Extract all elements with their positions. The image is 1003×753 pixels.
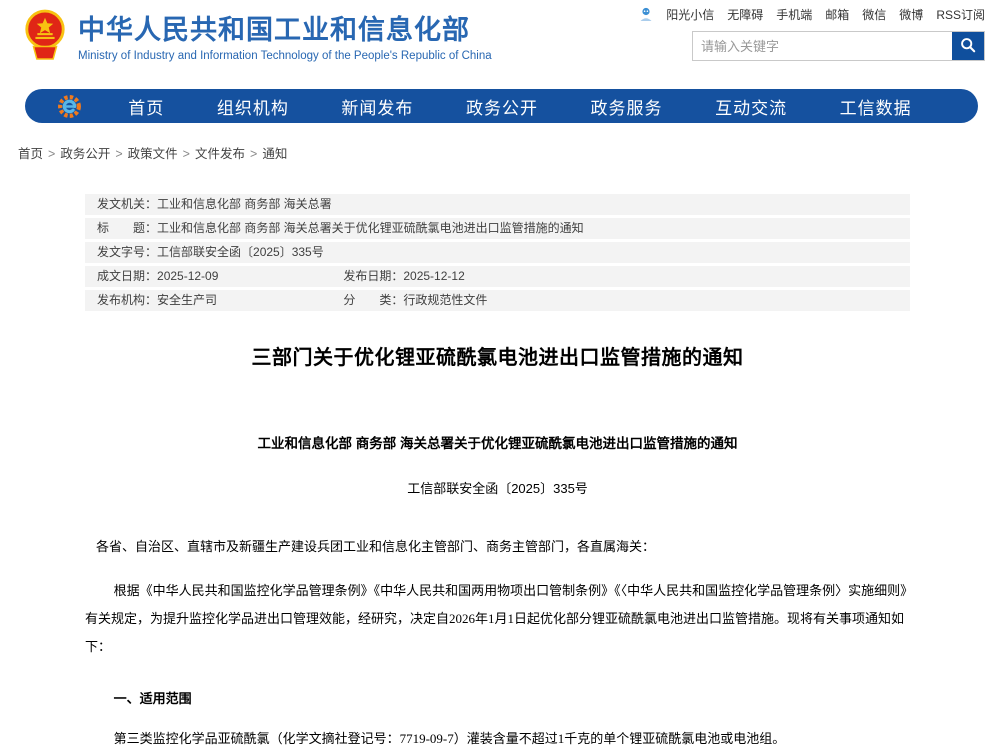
- breadcrumb-separator: >: [48, 147, 55, 161]
- article-salutation: 各省、自治区、直辖市及新疆生产建设兵团工业和信息化主管部门、商务主管部门，各直属…: [85, 533, 910, 561]
- national-emblem-logo: [22, 9, 68, 66]
- meta-label: 成文日期：: [97, 269, 157, 283]
- article-doc-number: 工信部联安全函〔2025〕335号: [85, 478, 910, 497]
- article-section1-body: 第三类监控化学品亚硫酰氯（化学文摘社登记号：7719-09-7）灌装含量不超过1…: [85, 725, 910, 753]
- meta-value: 工业和信息化部 商务部 海关总署: [157, 197, 332, 211]
- xiaoxin-mascot-icon: [639, 7, 653, 22]
- meta-label: 发文字号：: [97, 245, 157, 259]
- top-link-mail[interactable]: 邮箱: [825, 6, 849, 23]
- meta-label: 标 题：: [97, 221, 157, 235]
- breadcrumb-separator: >: [250, 147, 257, 161]
- meta-row-dates: 成文日期：2025-12-09 发布日期：2025-12-12: [85, 266, 910, 287]
- search-button[interactable]: [952, 32, 984, 60]
- article-paragraph-basis: 根据《中华人民共和国监控化学品管理条例》《中华人民共和国两用物项出口管制条例》《…: [85, 577, 910, 661]
- breadcrumb-separator: >: [115, 147, 122, 161]
- meta-value: 工信部联安全函〔2025〕335号: [157, 245, 324, 259]
- nav-item-organization[interactable]: 组织机构: [207, 90, 299, 123]
- breadcrumb-item-policy-documents[interactable]: 政策文件: [128, 147, 178, 161]
- meta-value: 工业和信息化部 商务部 海关总署关于优化锂亚硫酰氯电池进出口监管措施的通知: [157, 221, 584, 235]
- meta-label: 发布日期：: [343, 269, 403, 283]
- article-title: 三部门关于优化锂亚硫酰氯电池进出口监管措施的通知: [85, 341, 910, 370]
- breadcrumb-item-document-release[interactable]: 文件发布: [195, 147, 245, 161]
- document-meta-table: 发文机关：工业和信息化部 商务部 海关总署 标 题：工业和信息化部 商务部 海关…: [85, 194, 910, 311]
- top-link-weibo[interactable]: 微博: [899, 6, 923, 23]
- site-subtitle-en: Ministry of Industry and Information Tec…: [78, 50, 492, 62]
- meta-label: 发布机构：: [97, 293, 157, 307]
- top-utility-links: 阳光小信 无障碍 手机端 邮箱 微信 微博 RSS订阅: [639, 6, 985, 23]
- top-link-wechat[interactable]: 微信: [862, 6, 886, 23]
- nav-item-gov-disclosure[interactable]: 政务公开: [456, 90, 548, 123]
- breadcrumb: 首页 > 政务公开 > 政策文件 > 文件发布 > 通知: [18, 143, 1003, 162]
- meta-row-publisher-category: 发布机构：安全生产司 分 类：行政规范性文件: [85, 290, 910, 311]
- top-link-accessibility[interactable]: 无障碍: [727, 6, 763, 23]
- search-input[interactable]: [693, 32, 952, 60]
- nav-item-home[interactable]: 首页: [118, 90, 174, 123]
- meta-value: 2025-12-12: [403, 269, 464, 283]
- article-section1-heading: 一、适用范围: [85, 685, 910, 713]
- search-icon: [960, 37, 976, 56]
- breadcrumb-item-home[interactable]: 首页: [18, 147, 43, 161]
- document-container: 发文机关：工业和信息化部 商务部 海关总署 标 题：工业和信息化部 商务部 海关…: [85, 194, 910, 753]
- main-navigation: 首页 组织机构 新闻发布 政务公开 政务服务 互动交流 工信数据: [25, 89, 978, 123]
- meta-value: 2025-12-09: [157, 269, 218, 283]
- nav-item-gov-services[interactable]: 政务服务: [581, 90, 673, 123]
- meta-row-title: 标 题：工业和信息化部 商务部 海关总署关于优化锂亚硫酰氯电池进出口监管措施的通…: [85, 218, 910, 239]
- nav-item-news[interactable]: 新闻发布: [331, 90, 423, 123]
- meta-row-doc-number: 发文字号：工信部联安全函〔2025〕335号: [85, 242, 910, 263]
- breadcrumb-item-gov-disclosure[interactable]: 政务公开: [60, 147, 110, 161]
- meta-value: 安全生产司: [157, 293, 217, 307]
- article-subtitle: 工业和信息化部 商务部 海关总署关于优化锂亚硫酰氯电池进出口监管措施的通知: [85, 432, 910, 452]
- meta-row-issuing-org: 发文机关：工业和信息化部 商务部 海关总署: [85, 194, 910, 215]
- nav-item-miit-data[interactable]: 工信数据: [830, 90, 922, 123]
- site-header: 中华人民共和国工业和信息化部 Ministry of Industry and …: [0, 0, 1003, 88]
- meta-label: 分 类：: [343, 293, 403, 307]
- site-search: [692, 31, 985, 61]
- nav-item-interaction[interactable]: 互动交流: [705, 90, 797, 123]
- site-title: 中华人民共和国工业和信息化部: [78, 13, 492, 47]
- meta-value: 行政规范性文件: [403, 293, 487, 307]
- breadcrumb-item-notice[interactable]: 通知: [262, 147, 287, 161]
- top-link-yangguang-xiaoxin[interactable]: 阳光小信: [666, 6, 714, 23]
- meta-label: 发文机关：: [97, 197, 157, 211]
- article-body: 各省、自治区、直辖市及新疆生产建设兵团工业和信息化主管部门、商务主管部门，各直属…: [85, 533, 910, 753]
- top-link-rss[interactable]: RSS订阅: [936, 6, 985, 23]
- breadcrumb-separator: >: [183, 147, 190, 161]
- top-link-mobile[interactable]: 手机端: [776, 6, 812, 23]
- miit-gear-e-icon: [57, 94, 82, 119]
